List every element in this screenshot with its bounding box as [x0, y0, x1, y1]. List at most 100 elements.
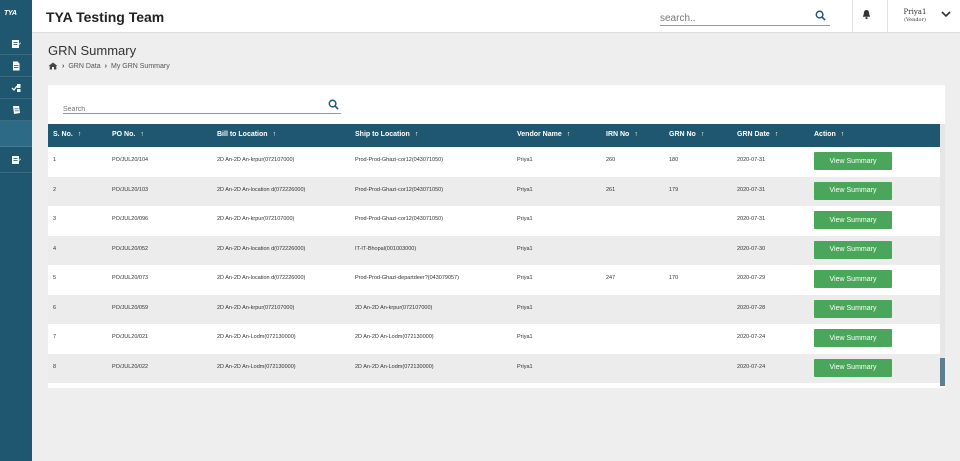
- cell-sno: 8: [53, 363, 57, 370]
- sidebar: TYA: [0, 0, 32, 461]
- header-search-input[interactable]: [660, 9, 800, 24]
- table-row: 6 PO/JUL20/059 2D An-2D An-krpur(072107000…: [48, 294, 940, 324]
- view-summary-button[interactable]: View Summary: [814, 329, 892, 347]
- sort-arrow-icon: ↑: [414, 131, 419, 138]
- table-header: S. No. ↑ PO No. ↑ Bill to Location ↑ Ship t…: [48, 124, 940, 147]
- column-header-sno[interactable]: S. No. ↑: [53, 131, 81, 138]
- view-summary-button[interactable]: View Summary: [814, 181, 892, 200]
- cell-grn-date: 2020-07-31: [737, 186, 766, 193]
- receipt-check-icon: [11, 83, 21, 92]
- cell-sno: 2: [53, 186, 57, 193]
- cell-po-no: PO/JUL20/104: [112, 157, 149, 163]
- sort-arrow-icon: ↑: [566, 131, 571, 138]
- breadcrumb-item-grn-data[interactable]: GRN Data: [68, 63, 100, 70]
- brand-logo: TYA: [4, 10, 17, 17]
- column-header-irn[interactable]: IRN No ↑: [606, 131, 638, 138]
- scrollbar-thumb[interactable]: [940, 358, 945, 386]
- cell-grn-date: 2020-07-31: [737, 216, 766, 222]
- sidebar-item-document[interactable]: [0, 55, 32, 77]
- table-row: 8 PO/JUL20/022 2D An-2D An-Lodm(072130000)…: [48, 353, 940, 383]
- cell-bill-to: 2D An-2D An-Lodm(072130000): [217, 334, 296, 340]
- table-search-input[interactable]: [63, 102, 313, 113]
- document-icon: [13, 61, 20, 70]
- cell-irn: 260: [606, 157, 616, 163]
- cell-vendor: Priya1: [517, 304, 533, 311]
- cell-po-no: PO/JUL20/103: [112, 186, 149, 193]
- scrollbar-track[interactable]: [940, 124, 945, 386]
- column-header-ship-to[interactable]: Ship to Location ↑: [355, 131, 418, 138]
- cell-po-no: PO/JUL20/096: [112, 216, 149, 222]
- cell-grn-date: 2020-07-28: [737, 304, 766, 311]
- edit-document-icon: [12, 39, 21, 48]
- view-summary-button[interactable]: View Summary: [814, 299, 892, 318]
- cell-grn-date: 2020-07-31: [737, 157, 766, 163]
- sidebar-item-edit-document[interactable]: [0, 33, 32, 55]
- column-header-po-no[interactable]: PO No. ↑: [112, 131, 144, 138]
- sidebar-item-receipt-check[interactable]: [0, 77, 32, 99]
- cell-vendor: Priya1: [517, 216, 533, 222]
- cell-bill-to: 2D An-2D An-location d(072226000): [217, 275, 306, 281]
- cell-po-no: PO/JUL20/059: [112, 304, 149, 311]
- breadcrumb-chevron-icon: ›: [104, 62, 107, 70]
- table-row: 5 PO/JUL20/073 2D An-2D An-location d(0722…: [48, 265, 940, 295]
- cell-bill-to: 2D An-2D An-location d(072226000): [217, 186, 306, 193]
- column-header-vendor[interactable]: Vendor Name ↑: [517, 131, 570, 138]
- cell-sno: 6: [53, 304, 57, 311]
- chevron-down-icon[interactable]: [941, 10, 951, 18]
- cell-bill-to: 2D An-2D An-location d(072226000): [217, 245, 306, 252]
- cell-bill-to: 2D An-2D An-krpur(072107000): [217, 216, 295, 222]
- cell-irn: 247: [606, 275, 616, 281]
- view-summary-button[interactable]: View Summary: [814, 270, 892, 288]
- search-icon[interactable]: [815, 10, 826, 21]
- column-header-grn-date[interactable]: GRN Date ↑: [737, 131, 778, 138]
- cell-grn-no: 179: [669, 186, 679, 193]
- cell-grn-date: 2020-07-24: [737, 334, 766, 340]
- view-summary-button[interactable]: View Summary: [814, 152, 892, 170]
- cell-vendor: Priya1: [517, 334, 533, 340]
- breadcrumb-item-my-grn-summary: My GRN Summary: [110, 62, 170, 70]
- user-menu[interactable]: Priya1 (Vendor): [900, 8, 930, 23]
- grn-table: S. No. ↑ PO No. ↑ Bill to Location ↑ Ship t…: [48, 124, 940, 386]
- header-divider: [887, 0, 888, 33]
- cell-grn-no: 170: [669, 275, 679, 281]
- sidebar-item-notes[interactable]: [0, 99, 32, 121]
- cell-ship-to: 2D An-2D An-krpur(072107000): [355, 304, 433, 311]
- cell-vendor: Priya1: [517, 245, 533, 252]
- cell-ship-to: IT-IT-Bhopal(001003000): [355, 245, 417, 252]
- user-role: (Vendor): [904, 17, 926, 23]
- cell-irn: 261: [606, 186, 616, 193]
- header-search: [660, 8, 830, 26]
- cell-po-no: PO/JUL20/052: [112, 245, 149, 252]
- column-header-action[interactable]: Action ↑: [814, 131, 844, 138]
- sidebar-item-active[interactable]: [0, 121, 32, 147]
- view-summary-button[interactable]: View Summary: [814, 240, 892, 259]
- table-row: 2 PO/JUL20/103 2D An-2D An-location d(0722…: [48, 176, 940, 206]
- sort-arrow-icon: ↑: [140, 131, 144, 138]
- view-summary-button[interactable]: View Summary: [814, 211, 892, 229]
- bell-icon[interactable]: [862, 9, 871, 20]
- sort-arrow-icon: ↑: [272, 131, 277, 138]
- table-row: 7 PO/JUL20/021 2D An-2D An-Lodm(072130000)…: [48, 324, 940, 354]
- search-icon[interactable]: [328, 99, 339, 110]
- cell-bill-to: 2D An-2D An-Lodm(072130000): [217, 363, 296, 370]
- cell-ship-to: Prod-Prod-Ghazi-cor12(043071050): [355, 157, 444, 163]
- sort-arrow-icon: ↑: [700, 131, 705, 138]
- view-summary-button[interactable]: View Summary: [814, 358, 892, 377]
- home-icon[interactable]: [48, 62, 58, 70]
- cell-sno: 5: [53, 275, 57, 281]
- sidebar-item-edit-list[interactable]: [0, 147, 32, 173]
- sort-arrow-icon: ↑: [634, 131, 638, 138]
- sidebar-nav: [0, 33, 32, 173]
- cell-sno: 1: [53, 157, 57, 163]
- column-header-grn-no[interactable]: GRN No ↑: [669, 131, 704, 138]
- column-header-bill-to[interactable]: Bill to Location ↑: [217, 131, 276, 138]
- cell-grn-date: 2020-07-29: [737, 275, 766, 281]
- table-row: 3 PO/JUL20/096 2D An-2D An-krpur(072107000…: [48, 206, 940, 236]
- table-search: [63, 98, 341, 114]
- header-divider: [852, 0, 853, 33]
- notes-icon: [13, 105, 20, 114]
- breadcrumb-chevron-icon: ›: [62, 62, 65, 70]
- app-title: TYA Testing Team: [46, 9, 165, 25]
- cell-ship-to: 2D An-2D An-Lodm(072130000): [355, 334, 434, 340]
- cell-grn-date: 2020-07-30: [737, 245, 766, 252]
